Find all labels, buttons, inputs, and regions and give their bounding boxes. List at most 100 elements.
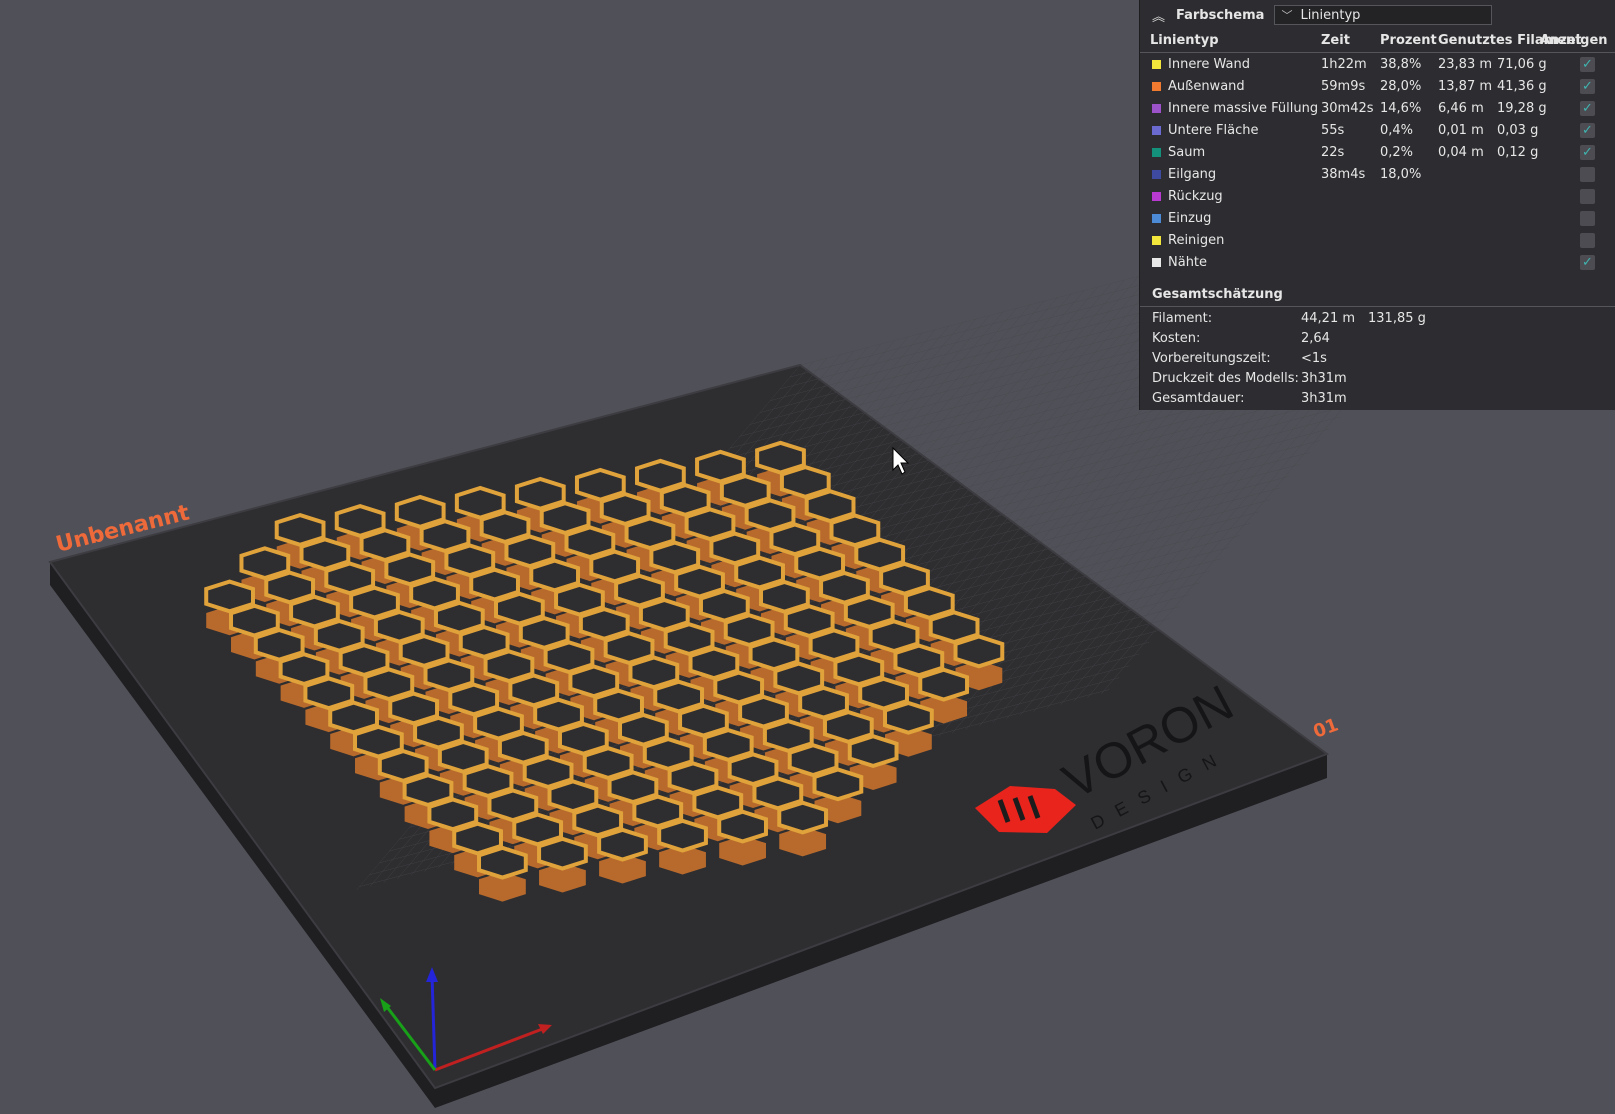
estimate-value: <1s [1301, 351, 1327, 366]
line-type-name: Innere Wand [1168, 57, 1250, 72]
line-type-percent: 38,8% [1380, 57, 1422, 72]
line-type-length: 6,46 m [1438, 101, 1484, 116]
line-type-color-swatch [1152, 236, 1161, 245]
color-scheme-label: Farbschema [1176, 7, 1265, 23]
color-scheme-value: Linientyp [1300, 7, 1361, 23]
honeycomb-cell-top [953, 634, 1005, 669]
header-line-type: Linientyp [1150, 33, 1219, 48]
line-type-time: 30m42s [1321, 101, 1374, 116]
line-type-weight: 0,12 g [1497, 145, 1539, 160]
line-type-length: 13,87 m [1438, 79, 1493, 94]
line-type-color-swatch [1152, 148, 1161, 157]
show-checkbox[interactable] [1580, 167, 1595, 182]
line-type-name: Untere Fläche [1168, 123, 1259, 138]
honeycomb-cell-top [812, 767, 864, 802]
honeycomb-cell-top [717, 809, 768, 844]
color-scheme-select[interactable]: ﹀ Linientyp [1274, 5, 1493, 25]
header-time: Zeit [1321, 33, 1350, 48]
line-type-color-swatch [1152, 60, 1161, 69]
legend-row: Innere massive Füllung 30m42s 14,6% 6,46 m 1… [1140, 98, 1615, 120]
estimate-row: Druckzeit des Modells: 3h31m [1140, 369, 1615, 389]
honeycomb-cell-top [883, 700, 934, 735]
honeycomb-cell-top [777, 800, 829, 835]
line-type-time: 55s [1321, 123, 1345, 138]
line-type-name: Rückzug [1168, 189, 1223, 204]
chevron-down-icon: ﹀ [1281, 9, 1293, 22]
plate-number-label: 01 [1311, 714, 1342, 742]
show-checkbox[interactable] [1580, 233, 1595, 248]
legend-row: Eilgang 38m4s 18,0% [1140, 164, 1615, 186]
estimate-value-secondary: 131,85 g [1368, 311, 1426, 326]
line-type-length: 0,01 m [1438, 123, 1484, 138]
header-show: Anzeigen [1540, 33, 1608, 48]
estimate-row: Kosten: 2,64 [1140, 329, 1615, 349]
show-checkbox[interactable] [1580, 189, 1595, 204]
line-type-time: 22s [1321, 145, 1345, 160]
line-type-color-swatch [1152, 170, 1161, 179]
show-checkbox[interactable]: ✓ [1580, 123, 1595, 138]
line-type-percent: 18,0% [1380, 167, 1422, 182]
show-checkbox[interactable]: ✓ [1580, 57, 1595, 72]
legend-row: Nähte ✓ [1140, 252, 1615, 274]
line-type-percent: 28,0% [1380, 79, 1422, 94]
line-type-name: Nähte [1168, 255, 1208, 270]
legend-row: Rückzug [1140, 186, 1615, 208]
show-checkbox[interactable]: ✓ [1580, 79, 1595, 94]
estimate-label: Vorbereitungszeit: [1152, 351, 1271, 366]
line-type-time: 59m9s [1321, 79, 1366, 94]
line-type-name: Innere massive Füllung [1168, 101, 1319, 116]
total-estimate-title: Gesamtschätzung [1140, 284, 1615, 307]
line-type-name: Einzug [1168, 211, 1212, 226]
line-type-length: 0,04 m [1438, 145, 1484, 160]
legend-row: Außenwand 59m9s 28,0% 13,87 m 41,36 g ✓ [1140, 76, 1615, 98]
estimate-row: Filament: 44,21 m 131,85 g [1140, 309, 1615, 329]
line-type-percent: 0,2% [1380, 145, 1414, 160]
line-type-name: Außenwand [1168, 79, 1245, 94]
show-checkbox[interactable] [1580, 211, 1595, 226]
header-percent: Prozent [1380, 33, 1437, 48]
estimate-row: Gesamtdauer: 3h31m [1140, 389, 1615, 409]
show-checkbox[interactable]: ✓ [1580, 255, 1595, 270]
honeycomb-cell-top [597, 827, 648, 862]
show-checkbox[interactable]: ✓ [1580, 101, 1595, 116]
legend-row: Saum 22s 0,2% 0,04 m 0,12 g ✓ [1140, 142, 1615, 164]
line-type-color-swatch [1152, 82, 1161, 91]
estimate-value: 3h31m [1301, 391, 1347, 406]
line-type-weight: 19,28 g [1497, 101, 1547, 116]
line-type-time: 1h22m [1321, 57, 1367, 72]
legend-row: Innere Wand 1h22m 38,8% 23,83 m 71,06 g ✓ [1140, 54, 1615, 76]
honeycomb-cell-top [537, 836, 588, 871]
line-type-weight: 0,03 g [1497, 123, 1539, 138]
line-type-name: Reinigen [1168, 233, 1225, 248]
collapse-chevron-icon[interactable]: ︽ [1152, 6, 1172, 25]
show-checkbox[interactable]: ✓ [1580, 145, 1595, 160]
estimate-label: Kosten: [1152, 331, 1201, 346]
line-type-color-swatch [1152, 258, 1161, 267]
honeycomb-cell-top [918, 667, 970, 702]
honeycomb-cell-top [477, 845, 528, 880]
legend-panel: ︽ Farbschema ﹀ Linientyp Linientyp Zeit … [1139, 0, 1615, 410]
legend-table-header: Linientyp Zeit Prozent Genutztes Filamen… [1140, 30, 1615, 53]
line-type-percent: 0,4% [1380, 123, 1414, 138]
estimate-label: Druckzeit des Modells: [1152, 371, 1299, 386]
estimate-value: 44,21 m [1301, 311, 1356, 326]
line-type-time: 38m4s [1321, 167, 1366, 182]
line-type-length: 23,83 m [1438, 57, 1493, 72]
line-type-color-swatch [1152, 126, 1161, 135]
estimate-value: 2,64 [1301, 331, 1330, 346]
line-type-weight: 71,06 g [1497, 57, 1547, 72]
honeycomb-cell-top [657, 818, 708, 853]
legend-row: Untere Fläche 55s 0,4% 0,01 m 0,03 g ✓ [1140, 120, 1615, 142]
honeycomb-cell-top [847, 734, 899, 769]
estimate-label: Gesamtdauer: [1152, 391, 1245, 406]
legend-row: Reinigen [1140, 230, 1615, 252]
line-type-percent: 14,6% [1380, 101, 1422, 116]
line-type-color-swatch [1152, 192, 1161, 201]
line-type-name: Eilgang [1168, 167, 1217, 182]
estimate-label: Filament: [1152, 311, 1213, 326]
line-type-color-swatch [1152, 214, 1161, 223]
line-type-weight: 41,36 g [1497, 79, 1547, 94]
line-type-name: Saum [1168, 145, 1206, 160]
line-type-color-swatch [1152, 104, 1161, 113]
estimate-row: Vorbereitungszeit: <1s [1140, 349, 1615, 369]
